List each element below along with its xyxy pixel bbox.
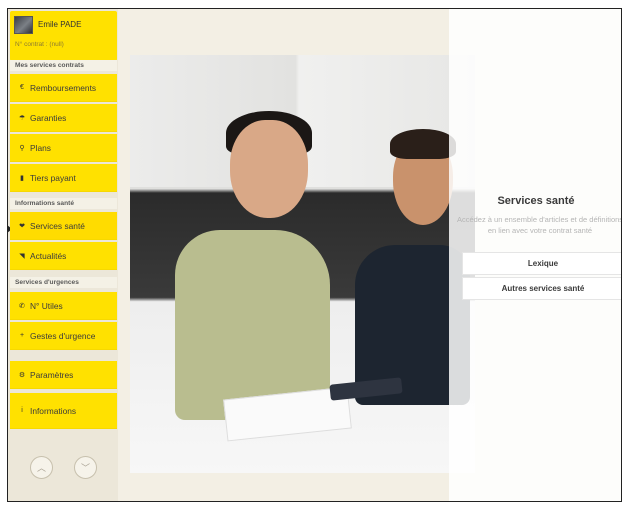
sidebar-item-numeros-utiles[interactable]: ✆ N° Utiles	[10, 292, 117, 320]
info-icon: i	[21, 407, 23, 414]
photo-woman-head	[230, 120, 308, 218]
card-icon: ▮	[20, 174, 24, 182]
sidebar-item-gestes-urgence[interactable]: + Gestes d'urgence	[10, 322, 117, 350]
down-arrow-icon: ﹀	[80, 463, 90, 473]
sidebar-item-actualites[interactable]: ◥ Actualités	[10, 242, 117, 270]
user-card[interactable]: Emile PADE N° contrat : (null)	[10, 11, 117, 61]
sidebar-item-remboursements[interactable]: € Remboursements	[10, 74, 117, 102]
settings-icon: ⚙	[18, 371, 26, 379]
sidebar-item-services-sante[interactable]: ❤ Services santé	[10, 212, 117, 240]
avatar	[14, 16, 33, 34]
sidebar-item-parametres[interactable]: ⚙ Paramètres	[10, 361, 117, 389]
sidebar-item-label: Services santé	[30, 220, 85, 231]
sidebar-item-garanties[interactable]: ☂ Garanties	[10, 104, 117, 132]
phone-icon: ✆	[19, 302, 25, 310]
panel-title: Services santé	[497, 195, 575, 207]
up-arrow-icon: ︿	[36, 463, 46, 473]
sidebar-item-label: Garanties	[30, 112, 67, 123]
user-name: Emile PADE	[38, 20, 82, 29]
rss-icon: ◥	[19, 252, 25, 260]
map-pin-icon: ⚲	[19, 144, 25, 152]
sidebar-item-label: N° Utiles	[30, 300, 63, 311]
sidebar-item-label: Actualités	[30, 250, 67, 261]
section-header-contracts: Mes services contrats	[10, 60, 117, 71]
sidebar-item-tiers-payant[interactable]: ▮ Tiers payant	[10, 164, 117, 192]
hero-photo	[130, 55, 475, 473]
section-header-informations: Informations santé	[10, 198, 117, 209]
contract-number: N° contrat : (null)	[15, 41, 64, 48]
sidebar-item-label: Gestes d'urgence	[30, 330, 96, 341]
lexique-button[interactable]: Lexique	[462, 252, 621, 275]
umbrella-icon: ☂	[18, 114, 26, 122]
section-header-urgences: Services d'urgences	[10, 277, 117, 288]
scroll-up-button[interactable]: ︿	[30, 456, 53, 479]
sidebar-item-label: Plans	[30, 142, 51, 153]
euro-icon: €	[20, 84, 24, 91]
services-sante-panel: Services santé Accédez à un ensemble d'a…	[449, 9, 622, 501]
sidebar-item-label: Paramètres	[30, 369, 74, 380]
app-window: Emile PADE N° contrat : (null) Mes servi…	[7, 8, 622, 502]
sidebar-item-label: Tiers payant	[30, 172, 76, 183]
autres-services-sante-button[interactable]: Autres services santé	[462, 277, 621, 300]
photo-man-hair	[390, 129, 456, 159]
sidebar-item-informations[interactable]: i Informations	[10, 393, 117, 429]
sidebar-item-plans[interactable]: ⚲ Plans	[10, 134, 117, 162]
plus-icon: +	[19, 332, 25, 339]
panel-description: Accédez à un ensemble d'articles et de d…	[456, 215, 622, 235]
sidebar-item-label: Remboursements	[30, 82, 97, 93]
sidebar: Emile PADE N° contrat : (null) Mes servi…	[8, 9, 118, 501]
sidebar-item-label: Informations	[30, 405, 77, 416]
heart-icon: ❤	[19, 222, 25, 230]
scroll-down-button[interactable]: ﹀	[74, 456, 97, 479]
